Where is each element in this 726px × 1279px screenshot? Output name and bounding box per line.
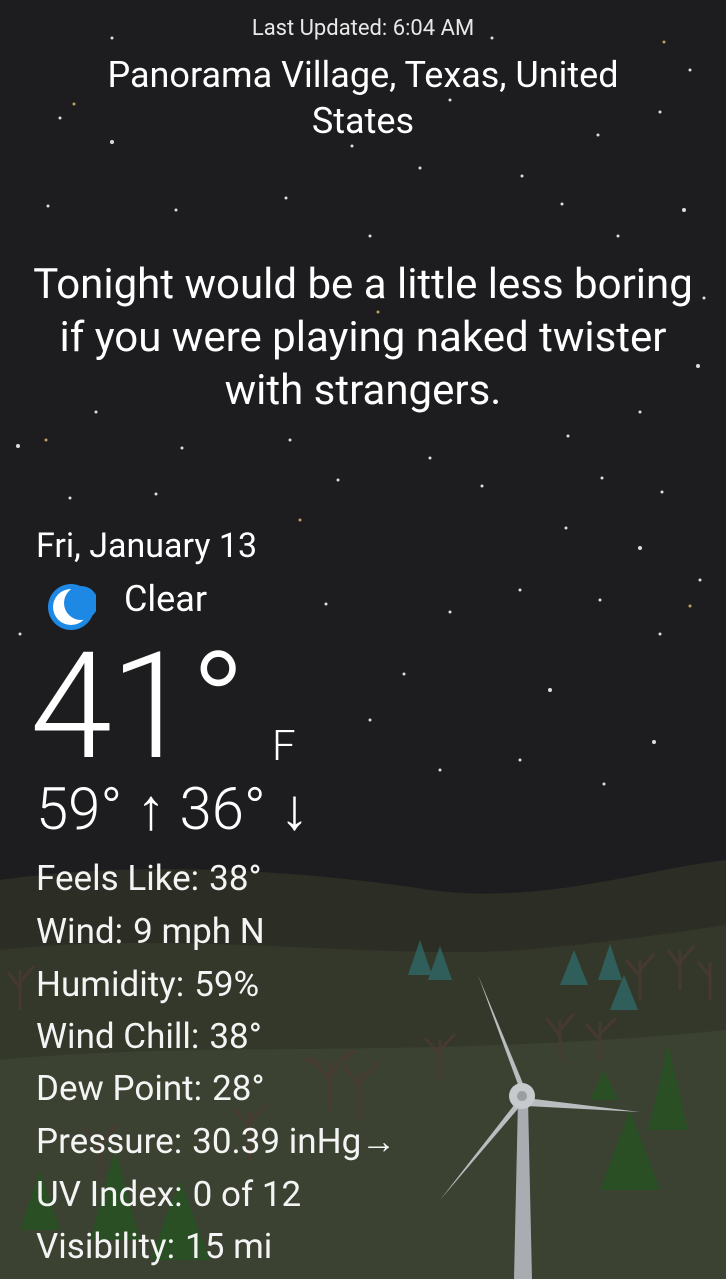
stat-value: 59% — [194, 964, 260, 1005]
stat-label: Feels Like: — [36, 858, 200, 899]
stat-label: UV Index: — [36, 1174, 183, 1215]
stat-value: 9 mph N — [133, 911, 265, 952]
stat-dew-point: Dew Point: 28° — [36, 1068, 265, 1109]
stat-value: 0 of 12 — [192, 1174, 302, 1215]
current-temperature[interactable]: 41° — [30, 628, 246, 788]
stat-value: 38° — [209, 858, 262, 899]
stat-label: Pressure: — [36, 1121, 183, 1162]
temperature-unit: F — [272, 722, 296, 771]
current-date: Fri, January 13 — [36, 526, 258, 566]
stat-value: 30.39 inHg→ — [192, 1121, 397, 1162]
last-updated-text: Last Updated: 6:04 AM — [251, 16, 475, 41]
stat-humidity: Humidity: 59% — [36, 964, 259, 1005]
weather-message[interactable]: Tonight would be a little less boring if… — [0, 258, 726, 417]
stat-value: 28° — [212, 1068, 265, 1109]
stat-label: Wind: — [36, 911, 124, 952]
location-title[interactable]: Panorama Village, Texas, United States — [0, 52, 726, 144]
high-low-temperature: 59° ↑ 36° ↓ — [36, 776, 309, 844]
stat-label: Dew Point: — [36, 1068, 203, 1109]
stat-pressure: Pressure: 30.39 inHg→ — [36, 1121, 396, 1162]
condition-text: Clear — [124, 578, 208, 620]
stat-value: 15 mi — [185, 1226, 273, 1267]
stat-label: Visibility: — [36, 1226, 176, 1267]
stat-visibility: Visibility: 15 mi — [36, 1226, 272, 1267]
stat-label: Humidity: — [36, 964, 185, 1005]
stat-label: Wind Chill: — [36, 1016, 200, 1057]
stat-uv-index: UV Index: 0 of 12 — [36, 1174, 301, 1215]
stat-wind: Wind: 9 mph N — [36, 911, 265, 952]
stat-wind-chill: Wind Chill: 38° — [36, 1016, 262, 1057]
stat-value: 38° — [209, 1016, 262, 1057]
stat-feels-like: Feels Like: 38° — [36, 858, 262, 899]
